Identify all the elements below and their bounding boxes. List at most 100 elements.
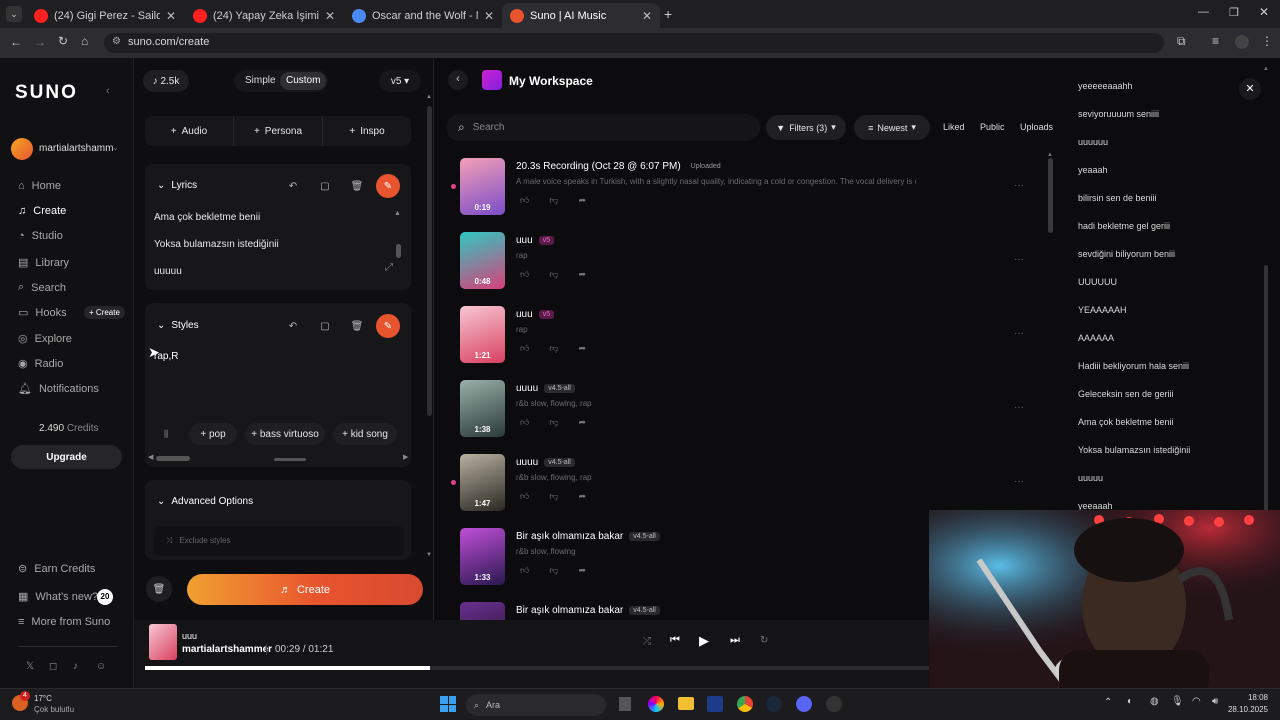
scroll-up-icon[interactable]: ▲	[1047, 152, 1053, 158]
previous-icon[interactable]: ⏮	[670, 634, 680, 647]
copilot-icon[interactable]	[648, 696, 664, 712]
share-icon[interactable]: ➦	[579, 195, 587, 206]
tab-list-icon[interactable]: ⌄	[6, 6, 22, 22]
version-select[interactable]: v5 ▾	[379, 70, 421, 92]
thumbs-up-icon[interactable]: 👍︎	[520, 269, 529, 280]
song-row[interactable]: 1:38 uuuu v4.5-all r&b slow, flowing, rap 👍︎…	[460, 380, 1024, 440]
song-title[interactable]: Bir aşık olmamıza bakar	[516, 531, 623, 542]
repeat-icon[interactable]: ↻	[760, 635, 768, 646]
media-icon[interactable]: ≡	[1212, 34, 1219, 48]
progress-track[interactable]	[145, 666, 937, 670]
panel-scrollbar[interactable]	[427, 106, 432, 416]
exclude-styles-input[interactable]: ⤨ Exclude styles	[154, 526, 404, 556]
player-title[interactable]: uuu	[182, 631, 197, 641]
nav-home[interactable]: ⌂ Home	[18, 180, 61, 192]
task-view-icon[interactable]	[619, 697, 631, 711]
expand-icon[interactable]: ⤢	[385, 262, 393, 273]
add-inspo-button[interactable]: + Inspo	[322, 116, 411, 146]
instagram-icon[interactable]: ◻	[49, 661, 57, 672]
song-cover[interactable]: 1:47	[460, 454, 505, 511]
url-field[interactable]: ⚙ suno.com/create	[104, 33, 1164, 53]
thumbs-down-icon[interactable]: 👎︎	[549, 417, 558, 428]
filters-button[interactable]: ▼ Filters (3) ▾	[766, 115, 846, 140]
weather-label[interactable]: Çok bulutlu	[34, 705, 74, 714]
generate-lyrics-icon[interactable]: ✎	[376, 174, 400, 198]
share-icon[interactable]: ➦	[579, 269, 587, 280]
volume-icon[interactable]: 🔊︎	[1212, 696, 1218, 707]
tiktok-icon[interactable]: ♪	[73, 661, 78, 672]
thumbs-up-icon[interactable]: 👍︎	[520, 565, 529, 576]
file-explorer-icon[interactable]	[678, 697, 694, 710]
hooks-create-button[interactable]: + Create	[84, 306, 125, 319]
search-input[interactable]: ⌕ Search	[446, 114, 760, 141]
song-row[interactable]: 1:21 uuu v5 rap 👍︎ 👎︎ ➦ ···	[460, 306, 1024, 366]
clear-trash-icon[interactable]: 🗑︎	[146, 576, 172, 602]
tray-app-icon[interactable]: ◐	[1127, 696, 1133, 707]
nav-library[interactable]: ▤ Library	[18, 256, 69, 270]
song-title[interactable]: uuu	[516, 309, 533, 320]
style-tag[interactable]: + pop	[189, 423, 237, 445]
app-icon[interactable]	[826, 696, 842, 712]
song-row[interactable]: 0:19 20.3s Recording (Oct 28 @ 6:07 PM) Up…	[460, 158, 1024, 218]
song-title[interactable]: uuuu	[516, 383, 538, 394]
add-persona-button[interactable]: + Persona	[233, 116, 322, 146]
mode-simple-tab[interactable]: Simple	[238, 70, 283, 92]
create-button[interactable]: ♬ Create	[187, 574, 423, 605]
steam-icon[interactable]	[766, 696, 782, 712]
share-icon[interactable]: ➦	[579, 491, 587, 502]
play-icon[interactable]: ▶	[699, 633, 709, 649]
user-avatar[interactable]	[11, 138, 33, 160]
clock-time[interactable]: 18:08	[1236, 693, 1268, 702]
scroll-up-icon[interactable]: ▲	[394, 210, 401, 217]
thumbs-down-icon[interactable]: 👎︎	[549, 269, 558, 280]
thumbs-up-icon[interactable]: 👍︎	[520, 195, 529, 206]
song-title[interactable]: uuu	[516, 235, 533, 246]
close-icon[interactable]: ✕	[642, 9, 652, 23]
nav-hooks[interactable]: ▭ Hooks	[18, 306, 67, 320]
more-options-icon[interactable]: ···	[1014, 476, 1024, 487]
wifi-icon[interactable]: ◠	[1192, 696, 1201, 707]
share-icon[interactable]: ➦	[579, 565, 587, 576]
more-options-icon[interactable]: ···	[1014, 254, 1024, 265]
trash-icon[interactable]: 🗑︎	[346, 315, 368, 337]
generate-styles-icon[interactable]: ✎	[376, 314, 400, 338]
earn-credits-link[interactable]: ⊜ Earn Credits	[18, 562, 95, 576]
nav-explore[interactable]: ◎ Explore	[18, 332, 72, 346]
song-title[interactable]: uuuu	[516, 457, 538, 468]
library-icon[interactable]: ⫼	[164, 429, 168, 440]
whats-new-link[interactable]: ▦ What's new?	[18, 590, 98, 604]
browser-tab-2[interactable]: (24) Yapay Zeka İşimi Elimden A ✕	[185, 3, 343, 28]
chevron-down-icon[interactable]: ⌄	[112, 143, 119, 152]
mode-custom-tab[interactable]: Custom	[280, 72, 327, 90]
song-title[interactable]: 20.3s Recording (Oct 28 @ 6:07 PM)	[516, 161, 681, 172]
thumbs-down-icon[interactable]: 👎︎	[549, 491, 558, 502]
back-icon[interactable]: ←	[10, 35, 22, 49]
close-icon[interactable]: ✕	[166, 9, 176, 23]
thumbs-up-icon[interactable]: 👍︎	[520, 491, 529, 502]
tags-scrollbar[interactable]	[156, 456, 190, 461]
thumbs-up-icon[interactable]: 👍︎	[520, 417, 529, 428]
close-window-icon[interactable]: ✕	[1259, 5, 1269, 19]
windows-start-icon[interactable]	[440, 696, 456, 712]
profile-avatar[interactable]	[1235, 35, 1249, 49]
lyrics-header[interactable]: ⌄ Lyrics	[157, 180, 197, 191]
undo-icon[interactable]: ↶	[282, 315, 304, 337]
collapse-sidebar-icon[interactable]: ‹	[106, 85, 110, 97]
new-tab-icon[interactable]: +	[664, 6, 672, 22]
lyrics-line[interactable]: uuuuu	[154, 266, 182, 277]
workspace-title[interactable]: My Workspace	[509, 74, 593, 88]
thumbs-down-icon[interactable]: 👎︎	[549, 565, 558, 576]
more-from-suno-link[interactable]: ≡ More from Suno	[18, 616, 110, 628]
browser-tab-4[interactable]: Suno | AI Music ✕	[502, 3, 660, 28]
home-icon[interactable]: ⌂	[81, 34, 88, 48]
song-row[interactable]: 1:47 uuuu v4.5-all r&b slow, flowing, rap 👍︎…	[460, 454, 1024, 514]
nav-radio[interactable]: ◉ Radio	[18, 357, 63, 371]
player-cover[interactable]	[149, 624, 177, 660]
tray-chevron-icon[interactable]: ⌃	[1104, 697, 1112, 708]
browser-tab-1[interactable]: (24) Gigi Perez - Sailor Song (O ✕	[26, 3, 184, 28]
more-options-icon[interactable]: ···	[1014, 328, 1024, 339]
song-cover[interactable]: 1:21	[460, 306, 505, 363]
nav-studio[interactable]: ◔ Studio	[18, 230, 63, 242]
menu-icon[interactable]: ⋮	[1261, 34, 1273, 48]
scroll-right-icon[interactable]: ▶	[403, 453, 408, 461]
